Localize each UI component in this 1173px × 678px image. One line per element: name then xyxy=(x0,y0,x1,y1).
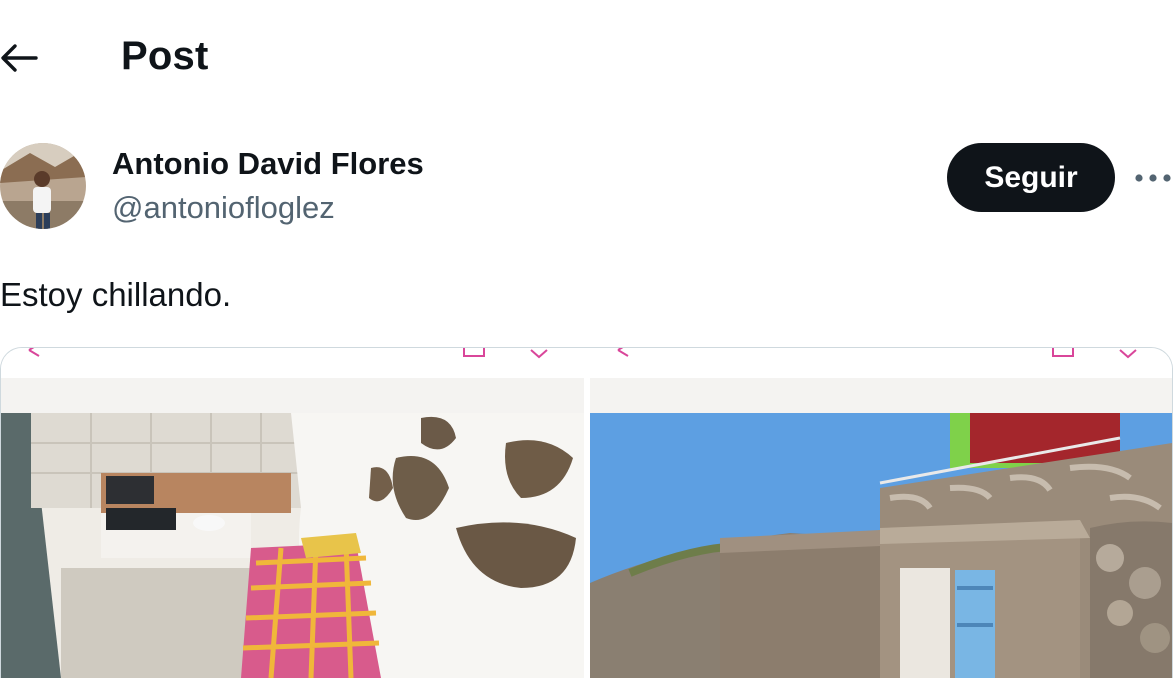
back-button[interactable] xyxy=(0,36,44,80)
media-grid xyxy=(0,347,1173,678)
arrow-left-icon xyxy=(1,44,38,72)
author-handle[interactable]: @antoniofloglez xyxy=(112,190,335,226)
follow-button[interactable]: Seguir xyxy=(947,143,1115,212)
author-display-name[interactable]: Antonio David Flores xyxy=(112,146,424,182)
page-title: Post xyxy=(121,34,209,78)
post-text: Estoy chillando. xyxy=(0,276,232,313)
more-options-button[interactable] xyxy=(1134,160,1173,196)
media-photo-stone-house[interactable] xyxy=(590,348,1172,678)
media-photo-cave-room[interactable] xyxy=(1,348,584,678)
more-horizontal-icon xyxy=(1135,174,1171,182)
avatar[interactable] xyxy=(0,143,86,229)
